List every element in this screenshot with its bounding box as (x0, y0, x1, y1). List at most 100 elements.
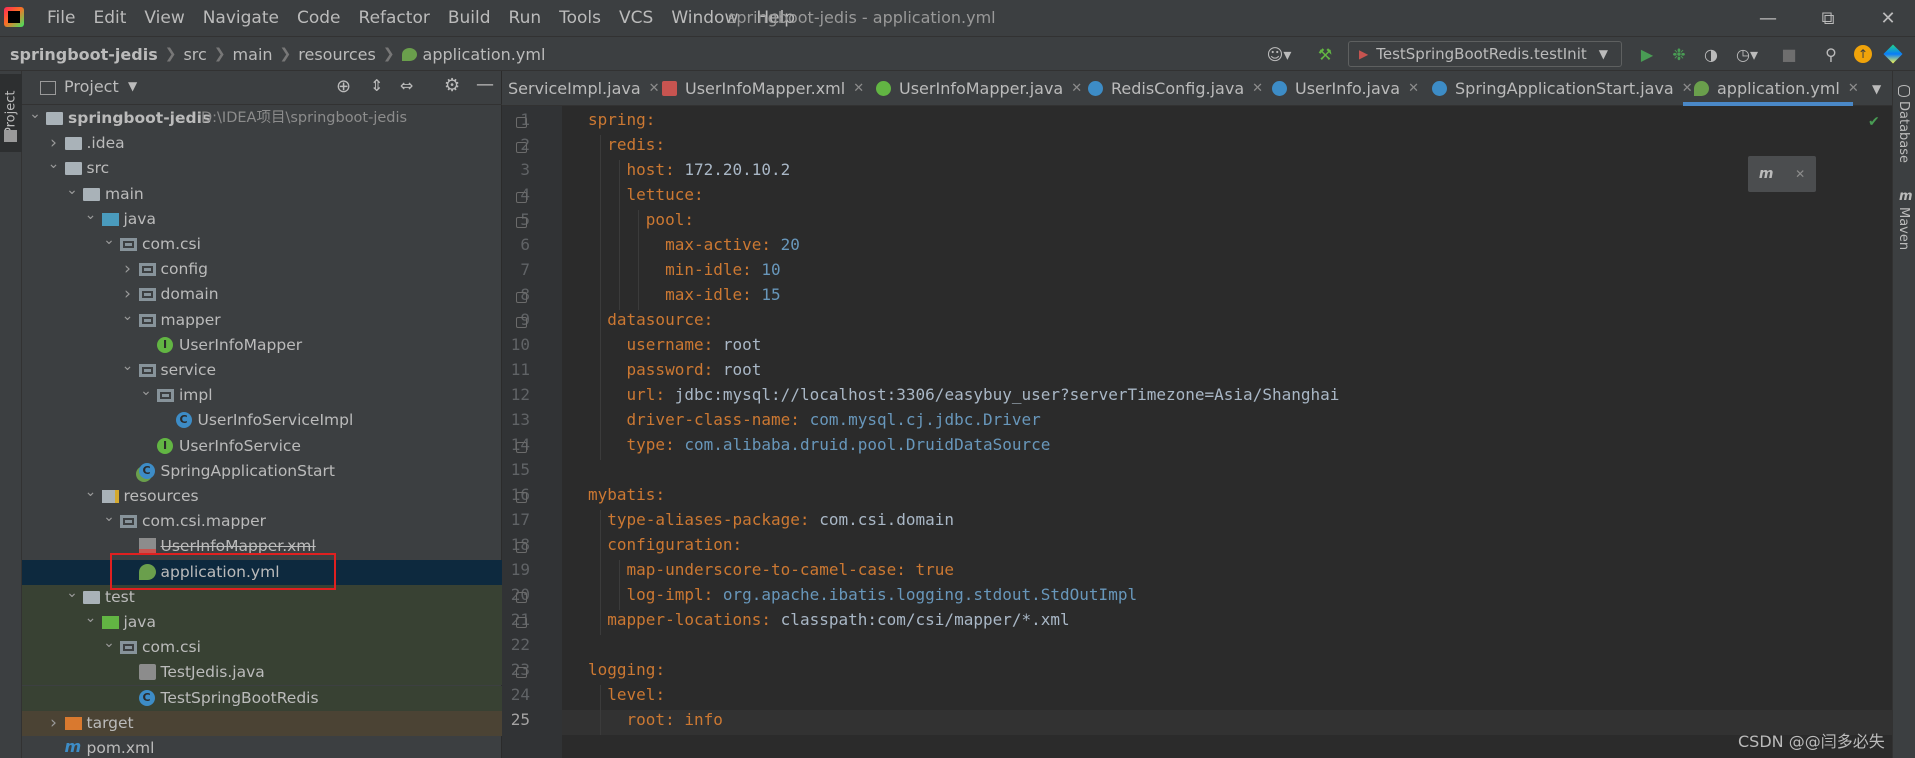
chevron-down-icon[interactable]: ⌄ (84, 606, 98, 631)
breadcrumb-resources[interactable]: resources (298, 45, 376, 64)
gear-icon[interactable]: ⚙ (444, 75, 460, 96)
expand-all-icon[interactable]: ⇕ (370, 76, 383, 95)
tab-list-chevron-icon[interactable]: ▼ (1872, 71, 1881, 106)
tree-item-src[interactable]: ⌄ src (22, 156, 502, 181)
code-editor[interactable]: spring: redis: host: 172.20.10.2 lettuce… (562, 106, 1892, 758)
tree-item-userinfomapper[interactable]: I UserInfoMapper (22, 333, 502, 358)
tree-item-pom-xml[interactable]: m pom.xml (22, 736, 502, 758)
menu-vcs[interactable]: VCS (610, 0, 662, 36)
stop-icon[interactable]: ■ (1776, 41, 1802, 67)
fold-marker-icon[interactable] (516, 292, 527, 303)
chevron-down-icon[interactable]: ⌄ (102, 505, 116, 530)
menu-view[interactable]: View (135, 0, 193, 36)
tree-item-com-csi-mapper[interactable]: ⌄ com.csi.mapper (22, 509, 502, 534)
maven-reload-icon[interactable]: m (1759, 166, 1774, 182)
chevron-down-icon[interactable]: ⌄ (84, 480, 98, 505)
tab-userinfomapper-java[interactable]: UserInfoMapper.java ✕ (876, 71, 1082, 106)
menu-refactor[interactable]: Refactor (350, 0, 439, 36)
inspection-ok-icon[interactable]: ✔ (1868, 114, 1880, 130)
database-tool-tab[interactable]: Database (1896, 101, 1911, 163)
restore-icon[interactable]: ⧉ (1800, 0, 1856, 36)
project-view-title[interactable]: Project (64, 77, 119, 96)
search-icon[interactable]: ⚲ (1818, 41, 1844, 67)
menu-navigate[interactable]: Navigate (194, 0, 288, 36)
tab-userinfo[interactable]: UserInfo.java ✕ (1272, 71, 1419, 106)
fold-marker-icon[interactable] (516, 442, 527, 453)
close-icon[interactable]: ✕ (649, 81, 660, 96)
close-icon[interactable]: ✕ (1848, 81, 1859, 96)
breadcrumb-project[interactable]: springboot-jedis (10, 45, 158, 64)
tree-item-com-csi[interactable]: ⌄ com.csi (22, 232, 502, 257)
tree-item-testspringbootredis[interactable]: C TestSpringBootRedis (22, 685, 502, 711)
chevron-down-icon[interactable]: ⌄ (102, 631, 116, 656)
collapse-all-icon[interactable]: ⇔ (400, 76, 413, 95)
close-icon[interactable]: ✕ (1795, 167, 1805, 181)
breadcrumb-src[interactable]: src (183, 45, 206, 64)
chevron-right-icon[interactable]: › (121, 257, 135, 282)
coverage-icon[interactable]: ◑ (1698, 41, 1724, 67)
tab-application-yml[interactable]: application.yml ✕ (1694, 71, 1859, 106)
chevron-down-icon[interactable]: ⌄ (65, 581, 79, 606)
tree-item-service[interactable]: ⌄ service (22, 358, 502, 383)
tree-item-userinfoservice[interactable]: I UserInfoService (22, 434, 502, 459)
breadcrumb-file[interactable]: application.yml (423, 45, 546, 64)
fold-marker-icon[interactable] (516, 142, 527, 153)
hide-panel-icon[interactable]: — (476, 74, 494, 95)
tree-item-target[interactable]: › target (22, 710, 502, 736)
menu-run[interactable]: Run (500, 0, 551, 36)
tree-item-impl[interactable]: ⌄ impl (22, 383, 502, 408)
tree-item-resources[interactable]: ⌄ resources (22, 484, 502, 509)
tree-item-config[interactable]: › config (22, 257, 502, 282)
maven-tool-tab[interactable]: Maven (1896, 207, 1911, 250)
tab-serviceimpl[interactable]: ServiceImpl.java ✕ (508, 71, 660, 106)
chevron-down-icon[interactable]: ⌄ (84, 203, 98, 228)
chevron-down-icon[interactable]: ⌄ (121, 304, 135, 329)
chevron-down-icon[interactable]: ⌄ (102, 228, 116, 253)
user-icon[interactable]: ☺▾ (1262, 41, 1296, 67)
tree-item-idea[interactable]: › .idea (22, 131, 502, 156)
chevron-down-icon[interactable]: ⌄ (121, 354, 135, 379)
tree-item-test-java[interactable]: ⌄ java (22, 610, 502, 635)
tab-userinfomapper-xml[interactable]: UserInfoMapper.xml ✕ (662, 71, 864, 106)
menu-edit[interactable]: Edit (84, 0, 135, 36)
close-icon[interactable]: ✕ (1252, 81, 1263, 96)
close-icon[interactable]: ✕ (853, 81, 864, 96)
menu-build[interactable]: Build (439, 0, 500, 36)
profile-icon[interactable]: ◷▾ (1730, 41, 1764, 67)
close-icon[interactable]: ✕ (1071, 81, 1082, 96)
build-hammer-icon[interactable]: ⚒ (1312, 41, 1338, 67)
tab-redisconfig[interactable]: RedisConfig.java ✕ (1088, 71, 1263, 106)
chevron-down-icon[interactable]: ⌄ (47, 152, 61, 177)
tree-item-userinfoserviceimpl[interactable]: C UserInfoServiceImpl (22, 408, 502, 433)
close-icon[interactable]: ✕ (1408, 81, 1419, 96)
update-icon[interactable]: ↑ (1850, 41, 1876, 67)
menu-file[interactable]: File (38, 0, 84, 36)
toolbox-icon[interactable] (1880, 41, 1906, 67)
debug-icon[interactable]: ❉ (1666, 41, 1692, 67)
tree-item-mapper[interactable]: ⌄ mapper (22, 308, 502, 333)
fold-marker-icon[interactable] (516, 667, 527, 678)
fold-marker-icon[interactable] (516, 542, 527, 553)
fold-marker-icon[interactable] (516, 117, 527, 128)
tree-item-domain[interactable]: › domain (22, 282, 502, 307)
close-icon[interactable]: ✕ (1682, 81, 1693, 96)
menu-tools[interactable]: Tools (550, 0, 610, 36)
tree-item-test-com-csi[interactable]: ⌄ com.csi (22, 635, 502, 661)
locate-icon[interactable]: ⊕ (336, 76, 351, 97)
run-icon[interactable]: ▶ (1634, 41, 1660, 67)
chevron-down-icon[interactable]: ⌄ (65, 178, 79, 203)
chevron-down-icon[interactable]: ⌄ (139, 379, 153, 404)
chevron-down-icon[interactable]: ▼ (128, 79, 137, 93)
fold-marker-icon[interactable] (516, 592, 527, 603)
tree-item-project-root[interactable]: ⌄ springboot-jedis D:\IDEA项目\springboot-je… (22, 106, 502, 131)
fold-marker-icon[interactable] (516, 217, 527, 228)
close-icon[interactable]: ✕ (1860, 0, 1915, 36)
chevron-down-icon[interactable]: ⌄ (28, 102, 42, 127)
breadcrumb-main[interactable]: main (233, 45, 273, 64)
tree-item-java[interactable]: ⌄ java (22, 207, 502, 232)
chevron-right-icon[interactable]: › (47, 711, 61, 736)
fold-marker-icon[interactable] (516, 317, 527, 328)
tree-item-testjedis[interactable]: TestJedis.java (22, 660, 502, 686)
minimize-icon[interactable]: — (1740, 0, 1796, 36)
tab-springapplicationstart[interactable]: SpringApplicationStart.java ✕ (1432, 71, 1693, 106)
